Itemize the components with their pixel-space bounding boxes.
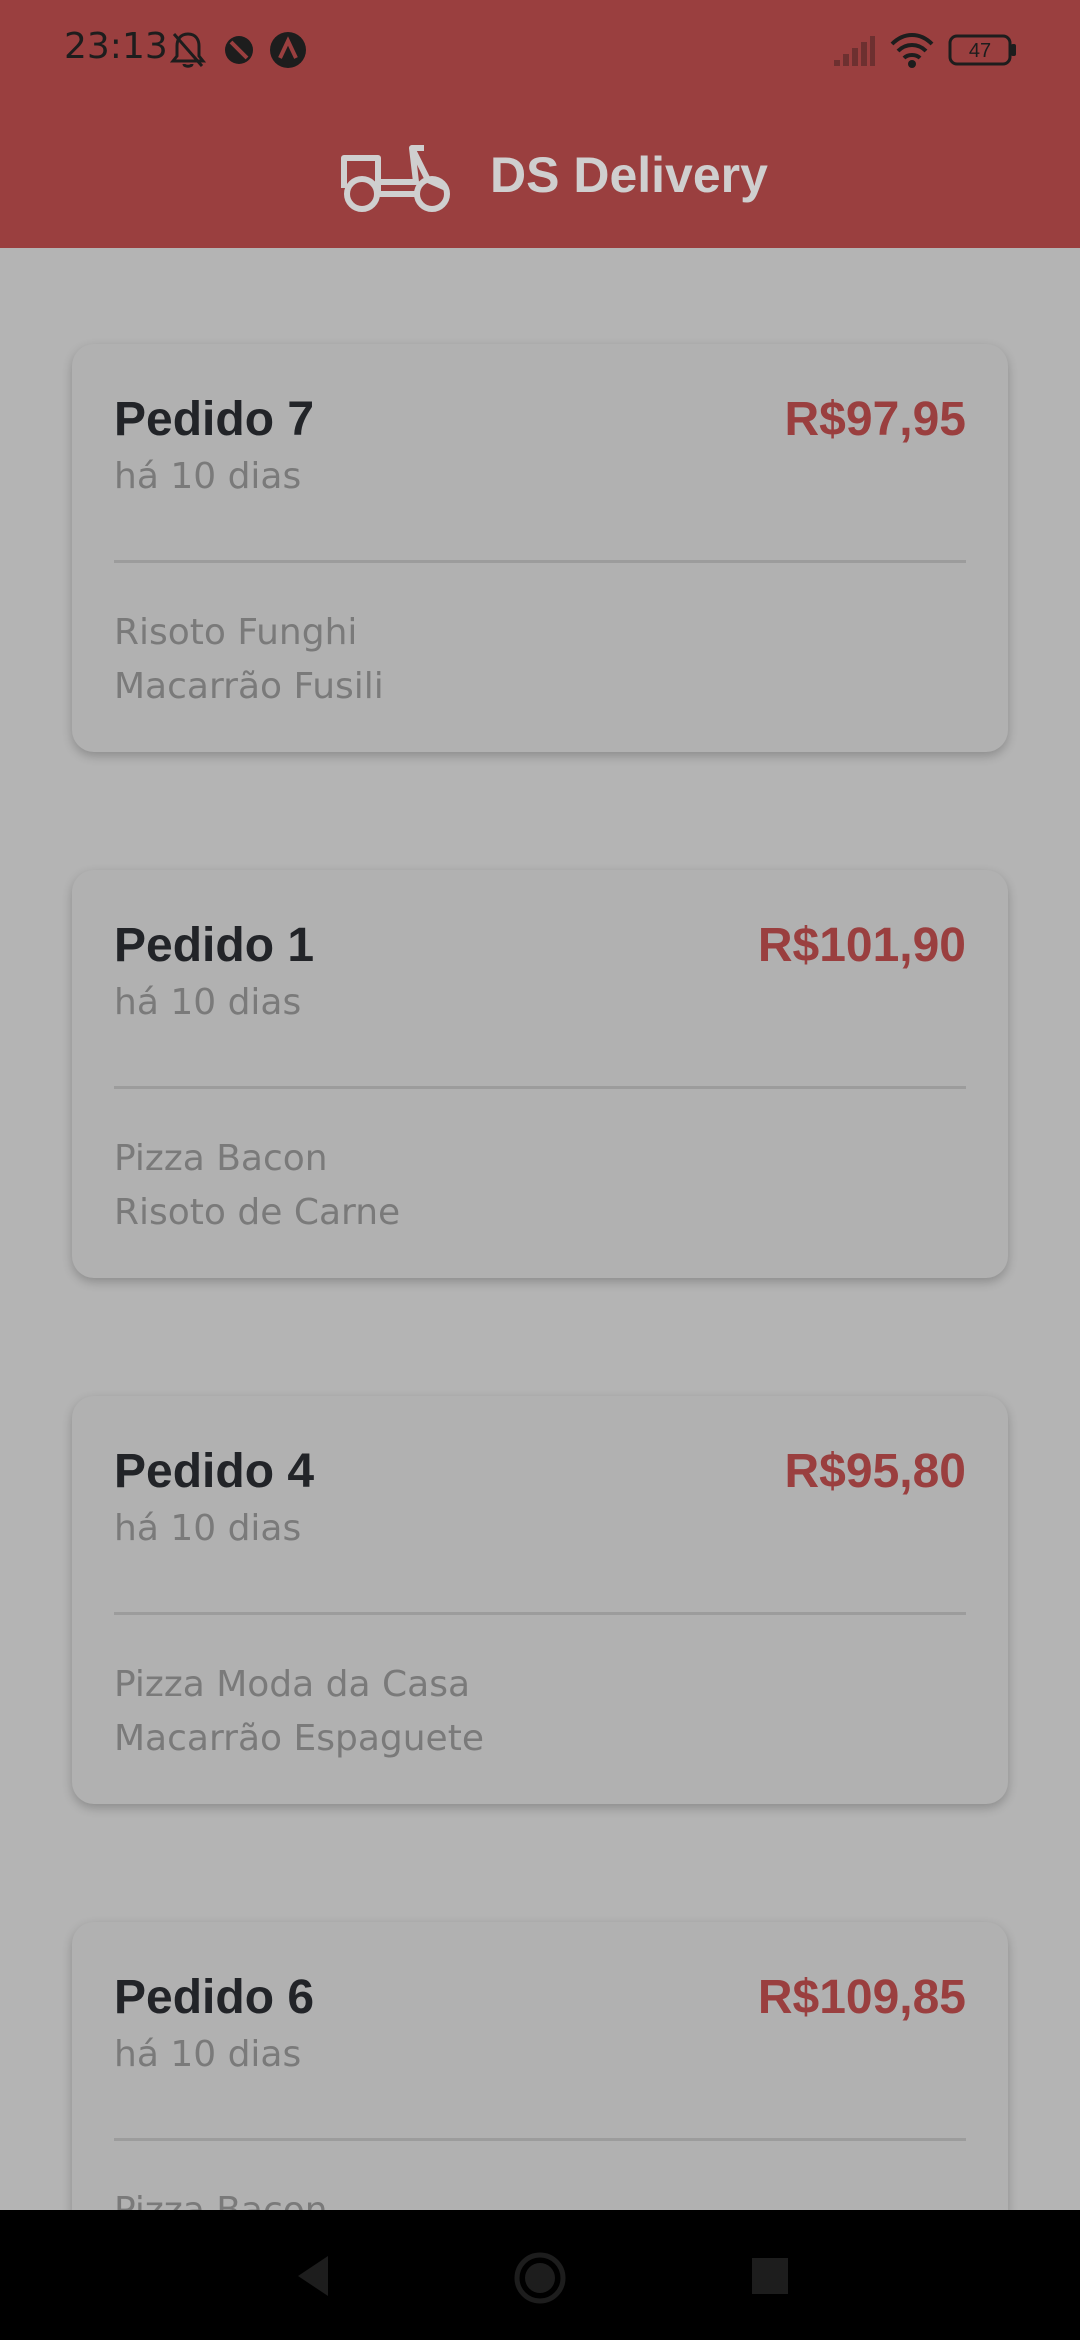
order-divider bbox=[114, 1612, 966, 1615]
app-title: DS Delivery bbox=[490, 147, 768, 203]
order-date: há 10 dias bbox=[114, 456, 302, 497]
order-items: Pizza Moda da Casa Macarrão Espaguete bbox=[114, 1658, 484, 1766]
order-name: Pedido 7 bbox=[114, 393, 315, 446]
status-bar: 23:13 47 bbox=[0, 0, 1080, 100]
header-title-row: DS Delivery bbox=[0, 128, 1080, 224]
order-card[interactable]: Pedido 6 R$109,85 há 10 dias Pizza Bacon bbox=[72, 1922, 1008, 2210]
order-name: Pedido 1 bbox=[114, 919, 315, 972]
order-price: R$109,85 bbox=[757, 1971, 966, 2024]
signal-icon bbox=[832, 34, 876, 73]
order-price: R$101,90 bbox=[757, 919, 966, 972]
order-items: Pizza Bacon Risoto de Carne bbox=[114, 1132, 400, 1240]
order-name: Pedido 4 bbox=[114, 1445, 315, 1498]
order-date: há 10 dias bbox=[114, 2034, 302, 2075]
status-time: 23:13 bbox=[64, 26, 168, 67]
system-nav-bar bbox=[0, 2210, 1080, 2340]
orders-list[interactable]: Pedido 7 R$97,95 há 10 dias Risoto Fungh… bbox=[0, 248, 1080, 2210]
scooter-icon bbox=[338, 136, 454, 216]
wifi-icon bbox=[888, 30, 936, 75]
battery-icon: 47 bbox=[948, 32, 1018, 73]
order-card[interactable]: Pedido 4 R$95,80 há 10 dias Pizza Moda d… bbox=[72, 1396, 1008, 1804]
order-date: há 10 dias bbox=[114, 982, 302, 1023]
back-button[interactable] bbox=[288, 2250, 340, 2302]
order-item: Pizza Bacon bbox=[114, 1138, 328, 1179]
muted-bell-icon bbox=[169, 30, 207, 75]
order-divider bbox=[114, 2138, 966, 2141]
home-button[interactable] bbox=[512, 2250, 566, 2304]
order-divider bbox=[114, 1086, 966, 1089]
order-name: Pedido 6 bbox=[114, 1971, 315, 2024]
do-not-disturb-icon bbox=[222, 30, 256, 75]
order-divider bbox=[114, 560, 966, 563]
order-items: Pizza Bacon bbox=[114, 2184, 328, 2210]
app-header: 23:13 47 DS Delivery bbox=[0, 0, 1080, 248]
order-item: Pizza Moda da Casa bbox=[114, 1664, 471, 1705]
recents-button[interactable] bbox=[744, 2250, 796, 2302]
order-date: há 10 dias bbox=[114, 1508, 302, 1549]
order-item: Risoto Funghi bbox=[114, 612, 358, 653]
order-price: R$95,80 bbox=[784, 1445, 966, 1498]
order-card[interactable]: Pedido 7 R$97,95 há 10 dias Risoto Fungh… bbox=[72, 344, 1008, 752]
order-item: Macarrão Espaguete bbox=[114, 1718, 484, 1759]
order-items: Risoto Funghi Macarrão Fusili bbox=[114, 606, 384, 714]
battery-level: 47 bbox=[969, 40, 991, 62]
app-notification-icon bbox=[268, 30, 308, 75]
order-item: Pizza Bacon bbox=[114, 2184, 328, 2210]
order-price: R$97,95 bbox=[784, 393, 966, 446]
order-item: Macarrão Fusili bbox=[114, 666, 384, 707]
order-item: Risoto de Carne bbox=[114, 1192, 401, 1233]
order-card[interactable]: Pedido 1 R$101,90 há 10 dias Pizza Bacon… bbox=[72, 870, 1008, 1278]
